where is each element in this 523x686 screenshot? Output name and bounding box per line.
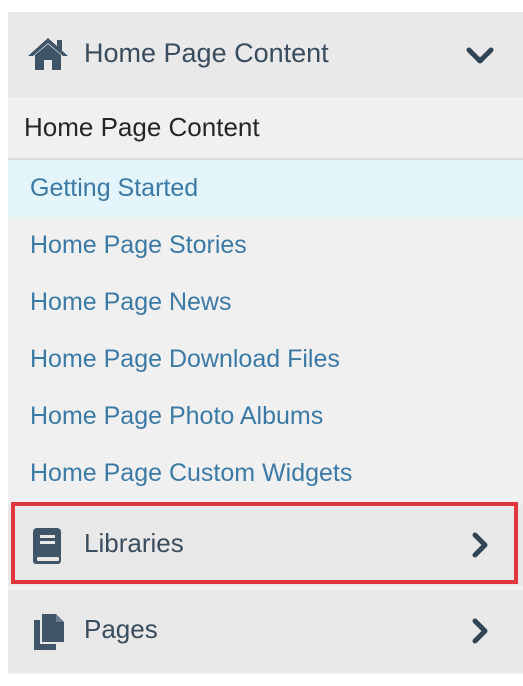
nav-item-label: Home Page Download Files (30, 345, 340, 373)
nav-item-home-page-stories[interactable]: Home Page Stories (8, 217, 523, 274)
nav-list: Getting Started Home Page Stories Home P… (8, 160, 523, 502)
nav-item-home-page-news[interactable]: Home Page News (8, 274, 523, 331)
section-subtitle: Home Page Content (24, 112, 260, 142)
chevron-down-icon[interactable] (466, 46, 494, 66)
chevron-right-icon[interactable] (471, 532, 489, 558)
nav-item-getting-started[interactable]: Getting Started (8, 160, 523, 217)
nav-item-label: Home Page Stories (30, 231, 247, 259)
nav-item-label: Home Page Custom Widgets (30, 459, 353, 487)
nav-item-label: Home Page Photo Albums (30, 402, 324, 430)
chevron-right-icon[interactable] (471, 618, 489, 644)
nav-item-home-page-download-files[interactable]: Home Page Download Files (8, 331, 523, 388)
pages-section[interactable]: Pages (8, 590, 523, 672)
sidebar-panel: Home Page Content Home Page Content Gett… (8, 12, 523, 674)
copy-pages-icon (34, 614, 64, 650)
nav-item-label: Getting Started (30, 174, 199, 202)
libraries-section[interactable]: Libraries (8, 504, 523, 586)
book-icon (33, 528, 61, 564)
nav-item-home-page-photo-albums[interactable]: Home Page Photo Albums (8, 388, 523, 445)
nav-item-label: Home Page News (30, 288, 232, 316)
home-page-content-header[interactable]: Home Page Content (8, 12, 523, 97)
libraries-label: Libraries (84, 528, 184, 558)
nav-item-home-page-custom-widgets[interactable]: Home Page Custom Widgets (8, 445, 523, 502)
header-title: Home Page Content (84, 38, 329, 68)
home-icon (28, 38, 68, 70)
pages-label: Pages (84, 614, 158, 644)
